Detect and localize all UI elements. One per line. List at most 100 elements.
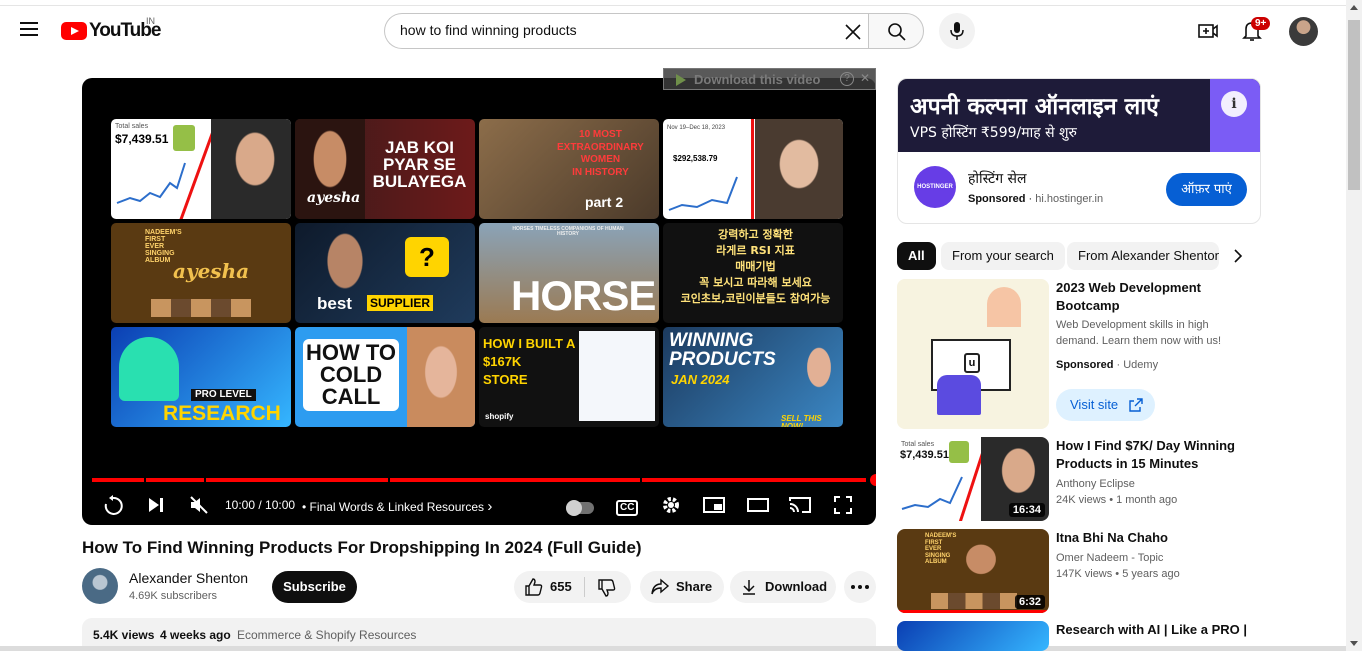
end-screen-tile[interactable]: NADEEM'S FIRST EVER SINGING ALBUM ayesha [111,223,291,323]
thumbs-up-icon [525,578,543,596]
scroll-down-arrow-icon[interactable] [1350,641,1358,646]
microphone-icon [950,22,964,40]
thumb-text: $7,439.51 [900,449,949,461]
chip-from-your-search[interactable]: From your search [941,242,1065,270]
rec-title[interactable]: 2023 Web Development Bootcamp [1056,279,1256,315]
download-button[interactable]: Download [730,571,836,603]
hamburger-menu-icon[interactable] [20,22,38,36]
chip-all[interactable]: All [897,242,936,270]
ad-banner[interactable]: अपनी कल्पना ऑनलाइन लाएं VPS होस्टिंग ₹59… [898,79,1260,152]
tile-text: 강력하고 정확한 라게르 RSI 지표 매매기법 꼭 보시고 따라해 보세요 코… [680,228,831,305]
rec-channel[interactable]: Anthony Eclipse [1056,476,1135,492]
sponsored-recommendation[interactable]: u 2023 Web Development Bootcamp Web Deve… [897,279,1257,429]
rec-title[interactable]: Itna Bhi Na Chaho [1056,529,1256,547]
masthead: YouTube IN 9+ [0,0,1346,62]
mute-icon[interactable] [188,494,210,516]
progress-scrubber[interactable] [870,474,876,486]
end-screen-tile[interactable]: JAB KOI PYAR SE BULAYEGA ayesha [295,119,475,219]
share-button[interactable]: Share [640,571,724,603]
description-tags[interactable]: Ecommerce & Shopify Resources [237,628,416,642]
rec-title[interactable]: How I Find $7K/ Day Winning Products in … [1056,437,1256,473]
advertiser-name: · Udemy [1116,359,1159,371]
rec-thumbnail[interactable] [897,621,1049,651]
like-button[interactable]: 655 [514,571,584,603]
search-box[interactable] [384,13,868,49]
lamp-illustration [987,287,1021,327]
chip-from-channel[interactable]: From Alexander Shenton [1067,242,1219,270]
get-offer-button[interactable]: ऑफ़र पाएं [1166,173,1247,206]
end-screen-tile[interactable]: 10 MOST EXTRAORDINARY WOMEN IN HISTORY p… [479,119,659,219]
chevron-right-icon: › [487,498,493,515]
search-button[interactable] [868,13,924,49]
chevron-right-icon[interactable] [1228,246,1248,266]
ad-info-icon[interactable]: i [1221,91,1247,117]
search-input[interactable] [400,22,830,38]
rec-thumbnail[interactable]: NADEEM'S FIRST EVER SINGING ALBUM 6:32 [897,529,1049,613]
next-video-icon[interactable] [146,494,166,516]
theater-mode-icon[interactable] [746,494,770,516]
subscribe-button[interactable]: Subscribe [272,571,357,603]
hooded-figure-icon [119,337,179,401]
autoplay-toggle[interactable] [566,500,594,516]
related-filter-chips: All From your search From Alexander Shen… [897,242,1247,270]
like-dislike-group: 655 [514,571,631,603]
recommendation[interactable]: Research with AI | Like a PRO | [897,621,1257,651]
tile-text: HOW TO COLD CALL [303,339,400,411]
tile-text: HORSE [511,272,656,319]
channel-avatar[interactable] [82,568,118,604]
ad-title: होस्टिंग सेल [968,171,1027,187]
settings-gear-icon[interactable] [660,494,682,516]
download-icon [743,580,755,595]
rec-thumbnail[interactable]: Total sales $7,439.51 16:34 [897,437,1049,521]
rec-thumbnail[interactable]: u [897,279,1049,429]
scroll-up-arrow-icon[interactable] [1350,5,1358,10]
recommendation[interactable]: Total sales $7,439.51 16:34 How I Find $… [897,437,1257,521]
recommendation[interactable]: NADEEM'S FIRST EVER SINGING ALBUM 6:32 I… [897,529,1257,613]
more-actions-button[interactable] [844,571,876,603]
chapter-marker [388,478,390,482]
view-count: 5.4K views [93,628,155,642]
end-screen-tile[interactable]: Total sales $7,439.51 [111,119,291,219]
close-icon[interactable] [843,22,863,42]
share-label: Share [676,579,713,594]
close-icon[interactable]: ✕ [860,71,870,85]
tile-caption: shopify [485,412,514,421]
tile-sub: JAN 2024 [671,372,730,387]
end-screen-tile[interactable]: HOW I BUILT A $167K STORE shopify [479,327,659,427]
miniplayer-icon[interactable] [702,494,726,516]
rec-channel[interactable]: Omer Nadeem - Topic [1056,550,1163,566]
rec-views-age: 147K views • 5 years ago [1056,568,1180,580]
rec-title[interactable]: Research with AI | Like a PRO | [1056,621,1256,639]
video-player[interactable]: Total sales $7,439.51 JAB KOI PYAR SE BU… [82,78,876,525]
tile-sub: part 2 [585,194,624,210]
create-video-icon[interactable] [1197,20,1219,42]
tile-badge: PRO LEVEL [191,389,256,401]
channel-name[interactable]: Alexander Shenton [129,570,248,586]
captions-button[interactable]: CC [616,500,639,516]
account-avatar[interactable] [1289,17,1318,46]
end-screen-tile[interactable]: WINNING PRODUCTS JAN 2024 SELL THIS NOW! [663,327,843,427]
visit-site-button[interactable]: Visit site [1056,389,1155,421]
cast-icon[interactable] [788,494,812,516]
chapter-label: • Final Words & Linked Resources [302,500,485,514]
end-screen-tile[interactable]: 강력하고 정확한 라게르 RSI 지표 매매기법 꼭 보시고 따라해 보세요 코… [663,223,843,323]
end-screen-tile[interactable]: PRO LEVEL RESEARCH [111,327,291,427]
end-screen-tile[interactable]: HOW TO COLD CALL [295,327,475,427]
replay-icon[interactable] [102,494,124,516]
time-display: 10:00 / 10:00 [225,498,296,512]
end-screen-tile[interactable]: HORSES TIMELESS COMPANIONS OF HUMAN HIST… [479,223,659,323]
hostinger-ad-card[interactable]: अपनी कल्पना ऑनलाइन लाएं VPS होस्टिंग ₹59… [897,78,1261,224]
download-video-extension-bar[interactable]: Download this video ? ✕ [663,68,876,90]
voice-search-button[interactable] [939,13,975,49]
scrollbar-thumb[interactable] [1348,20,1360,190]
help-icon[interactable]: ? [840,72,854,86]
chapter-title[interactable]: • Final Words & Linked Resources › [302,498,492,515]
dislike-button[interactable] [586,571,630,603]
sales-chart-icon [668,176,738,211]
progress-bar[interactable] [92,474,876,486]
end-screen-tile[interactable]: Nov 19–Dec 18, 2023 $292,538.79 [663,119,843,219]
fullscreen-icon[interactable] [832,494,854,516]
end-screen-tile[interactable]: ? best SUPPLIER [295,223,475,323]
ad-domain: hi.hostinger.in [1035,193,1104,205]
tile-caption: HORSES TIMELESS COMPANIONS OF HUMAN HIST… [512,226,624,237]
